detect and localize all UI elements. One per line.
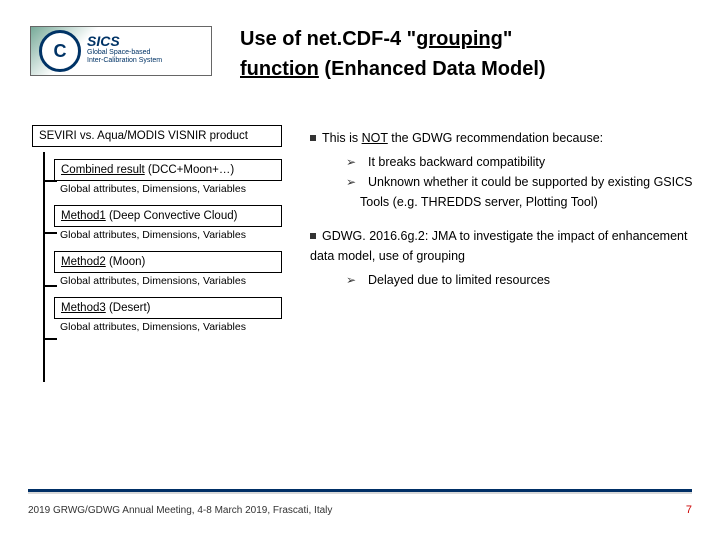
- tree-connector-icon: [43, 338, 57, 340]
- tree-connector-icon: [43, 232, 57, 234]
- tree-root-node: SEVIRI vs. Aqua/MODIS VISNIR product: [32, 125, 282, 147]
- tree-connector-vertical: [43, 152, 45, 382]
- tree-caption: Global attributes, Dimensions, Variables: [60, 229, 282, 241]
- tree-node-method2: Method2 (Moon): [54, 251, 282, 273]
- square-bullet-icon: [310, 135, 316, 141]
- logo-acronym: SICS: [87, 33, 120, 49]
- subbullet-2: ➢Unknown whether it could be supported b…: [344, 172, 700, 212]
- slide-body: This is NOT the GDWG recommendation beca…: [310, 128, 700, 291]
- slide-title-line2: function (Enhanced Data Model): [240, 58, 546, 81]
- tree-node-method1: Method1 (Deep Convective Cloud): [54, 205, 282, 227]
- page-number: 7: [686, 504, 692, 516]
- logo-globe-icon: C: [39, 30, 81, 72]
- subbullet-3: ➢Delayed due to limited resources: [344, 270, 700, 290]
- square-bullet-icon: [310, 233, 316, 239]
- slide-title-line1: Use of net.CDF-4 "grouping": [240, 28, 512, 51]
- tree-caption: Global attributes, Dimensions, Variables: [60, 321, 282, 333]
- product-tree: SEVIRI vs. Aqua/MODIS VISNIR product Com…: [32, 125, 282, 333]
- tree-caption: Global attributes, Dimensions, Variables: [60, 275, 282, 287]
- footer-divider: [28, 489, 692, 494]
- subbullet-1: ➢It breaks backward compatibility: [344, 152, 700, 172]
- tree-node-combined: Combined result (DCC+Moon+…): [54, 159, 282, 181]
- bullet-1: This is NOT the GDWG recommendation beca…: [310, 128, 700, 148]
- tree-node-method3: Method3 (Desert): [54, 297, 282, 319]
- bullet-2: GDWG. 2016.6g.2: JMA to investigate the …: [310, 226, 700, 266]
- tree-caption: Global attributes, Dimensions, Variables: [60, 183, 282, 195]
- footer-text: 2019 GRWG/GDWG Annual Meeting, 4-8 March…: [28, 505, 332, 516]
- gsics-logo: C SICS Global Space-basedInter-Calibrati…: [30, 26, 212, 76]
- tree-connector-icon: [43, 285, 57, 287]
- logo-subtitle: Global Space-basedInter-Calibration Syst…: [87, 49, 162, 64]
